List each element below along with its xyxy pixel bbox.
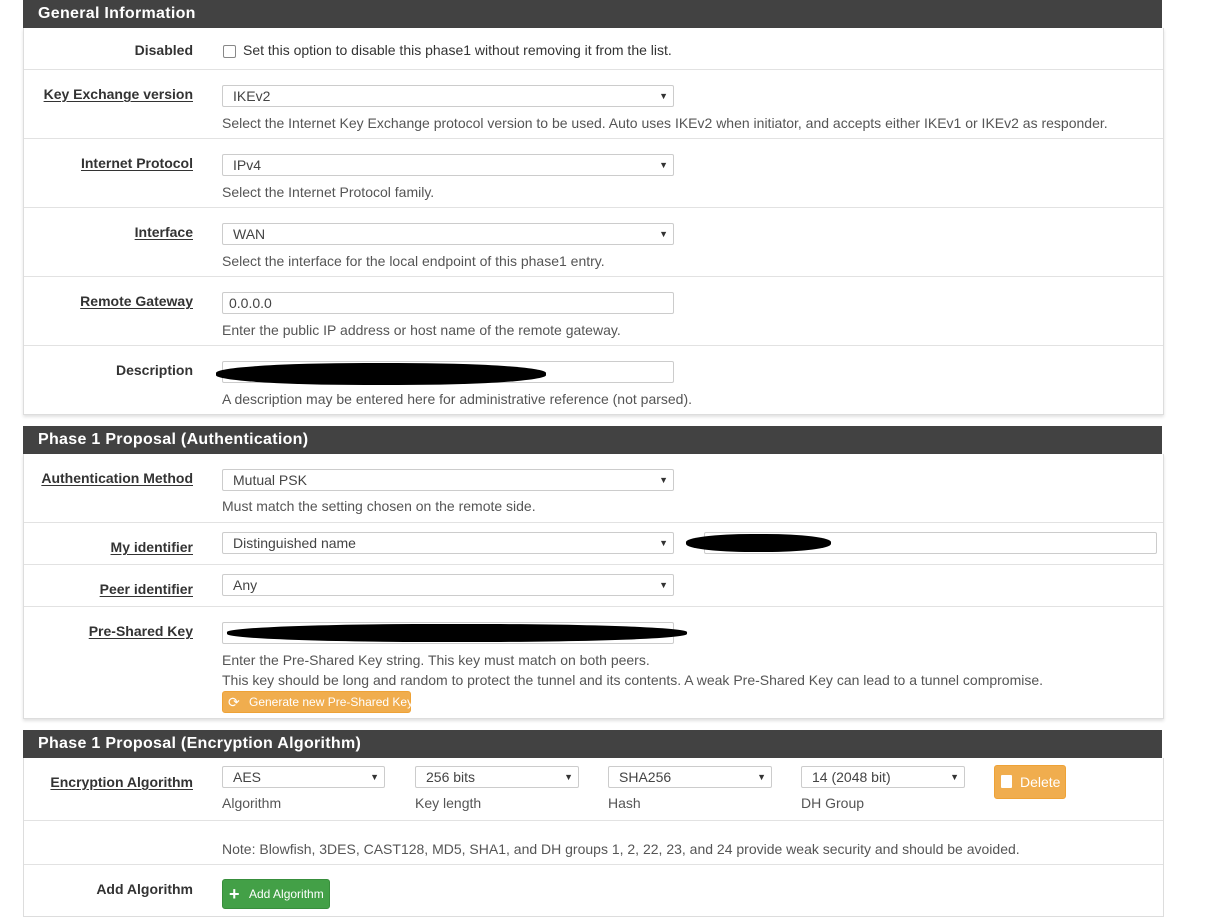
description-help: A description may be entered here for ad… <box>222 391 693 407</box>
internet-protocol-select[interactable]: IPv4 ▼ <box>222 154 674 176</box>
hash-select[interactable]: SHA256 ▼ <box>608 766 772 788</box>
delete-button-label: Delete <box>1020 774 1061 790</box>
pre-shared-key-help-1: Enter the Pre-Shared Key string. This ke… <box>222 652 650 668</box>
row-description: Description A description may be entered… <box>24 345 1163 415</box>
row-key-exchange: Key Exchange version IKEv2 ▼ Select the … <box>24 69 1163 139</box>
remote-gateway-help: Enter the public IP address or host name… <box>222 322 621 338</box>
delete-button[interactable]: Delete <box>994 765 1066 799</box>
dh-group-sublabel: DH Group <box>801 795 865 811</box>
row-disabled: Disabled Set this option to disable this… <box>24 28 1163 69</box>
chevron-down-icon: ▼ <box>950 772 959 782</box>
chevron-down-icon: ▼ <box>757 772 766 782</box>
chevron-down-icon: ▼ <box>564 772 573 782</box>
encryption-panel: Encryption Algorithm AES ▼ Algorithm 256… <box>23 758 1164 917</box>
add-algorithm-label: Add Algorithm <box>96 881 193 897</box>
row-my-identifier: My identifier Distinguished name ▼ <box>24 522 1163 565</box>
plus-icon: + <box>229 884 240 904</box>
key-exchange-label[interactable]: Key Exchange version <box>44 86 193 102</box>
add-algorithm-button-label: Add Algorithm <box>249 887 324 901</box>
interface-value: WAN <box>233 226 266 242</box>
row-add-algorithm: Add Algorithm + Add Algorithm <box>24 864 1163 917</box>
key-exchange-value: IKEv2 <box>233 88 271 104</box>
authentication-method-select[interactable]: Mutual PSK ▼ <box>222 469 674 491</box>
authentication-heading: Phase 1 Proposal (Authentication) <box>23 426 1162 454</box>
pre-shared-key-label[interactable]: Pre-Shared Key <box>89 623 193 639</box>
encryption-algorithm-label[interactable]: Encryption Algorithm <box>50 774 193 790</box>
row-remote-gateway: Remote Gateway 0.0.0.0 Enter the public … <box>24 276 1163 346</box>
my-identifier-value: Distinguished name <box>233 535 356 551</box>
my-identifier-select[interactable]: Distinguished name ▼ <box>222 532 674 554</box>
disabled-checkbox-text: Set this option to disable this phase1 w… <box>243 42 672 58</box>
internet-protocol-help: Select the Internet Protocol family. <box>222 184 435 200</box>
interface-help: Select the interface for the local endpo… <box>222 253 605 269</box>
algorithm-sublabel: Algorithm <box>222 795 282 811</box>
internet-protocol-label[interactable]: Internet Protocol <box>81 155 193 171</box>
peer-identifier-select[interactable]: Any ▼ <box>222 574 674 596</box>
peer-identifier-label[interactable]: Peer identifier <box>100 581 193 597</box>
redaction-mark <box>216 363 546 385</box>
encryption-heading: Phase 1 Proposal (Encryption Algorithm) <box>23 730 1162 758</box>
chevron-down-icon: ▼ <box>659 580 668 590</box>
dh-group-select[interactable]: 14 (2048 bit) ▼ <box>801 766 965 788</box>
redaction-mark <box>686 534 831 552</box>
dh-group-value: 14 (2048 bit) <box>812 769 891 785</box>
authentication-method-value: Mutual PSK <box>233 472 307 488</box>
general-information-heading: General Information <box>23 0 1162 28</box>
algorithm-value: AES <box>233 769 262 785</box>
key-length-select[interactable]: 256 bits ▼ <box>415 766 579 788</box>
row-weak-note: Note: Blowfish, 3DES, CAST128, MD5, SHA1… <box>24 820 1163 865</box>
remote-gateway-input[interactable]: 0.0.0.0 <box>222 292 674 314</box>
chevron-down-icon: ▼ <box>659 538 668 548</box>
interface-select[interactable]: WAN ▼ <box>222 223 674 245</box>
chevron-down-icon: ▼ <box>659 160 668 170</box>
peer-identifier-value: Any <box>233 577 258 593</box>
disabled-checkbox[interactable] <box>223 45 236 58</box>
disabled-label: Disabled <box>134 42 193 58</box>
generate-psk-button-label: Generate new Pre-Shared Key <box>249 695 414 709</box>
algorithm-select[interactable]: AES ▼ <box>222 766 385 788</box>
redaction-mark <box>227 624 687 642</box>
hash-sublabel: Hash <box>608 795 641 811</box>
weak-algorithms-note: Note: Blowfish, 3DES, CAST128, MD5, SHA1… <box>222 841 1020 857</box>
hash-value: SHA256 <box>619 769 672 785</box>
row-authentication-method: Authentication Method Mutual PSK ▼ Must … <box>24 454 1163 522</box>
add-algorithm-button[interactable]: + Add Algorithm <box>222 879 330 909</box>
general-information-panel: Disabled Set this option to disable this… <box>23 28 1164 415</box>
my-identifier-label[interactable]: My identifier <box>111 539 193 555</box>
key-length-value: 256 bits <box>426 769 476 785</box>
authentication-panel: Authentication Method Mutual PSK ▼ Must … <box>23 454 1164 719</box>
description-label: Description <box>115 362 193 378</box>
key-exchange-select[interactable]: IKEv2 ▼ <box>222 85 674 107</box>
remote-gateway-label[interactable]: Remote Gateway <box>80 293 193 309</box>
row-pre-shared-key: Pre-Shared Key Enter the Pre-Shared Key … <box>24 606 1163 719</box>
authentication-method-help: Must match the setting chosen on the rem… <box>222 498 536 514</box>
key-length-sublabel: Key length <box>415 795 482 811</box>
trash-icon <box>1001 775 1012 788</box>
pre-shared-key-help-2: This key should be long and random to pr… <box>222 672 1044 688</box>
row-interface: Interface WAN ▼ Select the interface for… <box>24 207 1163 277</box>
row-internet-protocol: Internet Protocol IPv4 ▼ Select the Inte… <box>24 138 1163 208</box>
generate-psk-button[interactable]: ⟳ Generate new Pre-Shared Key <box>222 691 414 713</box>
row-peer-identifier: Peer identifier Any ▼ <box>24 564 1163 607</box>
refresh-icon: ⟳ <box>228 694 240 710</box>
interface-label[interactable]: Interface <box>135 224 193 240</box>
chevron-down-icon: ▼ <box>370 772 379 782</box>
key-exchange-help: Select the Internet Key Exchange protoco… <box>222 115 1108 131</box>
chevron-down-icon: ▼ <box>659 229 668 239</box>
internet-protocol-value: IPv4 <box>233 157 262 173</box>
chevron-down-icon: ▼ <box>659 91 668 101</box>
chevron-down-icon: ▼ <box>659 475 668 485</box>
row-encryption-algorithm: Encryption Algorithm AES ▼ Algorithm 256… <box>24 758 1163 820</box>
authentication-method-label[interactable]: Authentication Method <box>41 470 193 486</box>
